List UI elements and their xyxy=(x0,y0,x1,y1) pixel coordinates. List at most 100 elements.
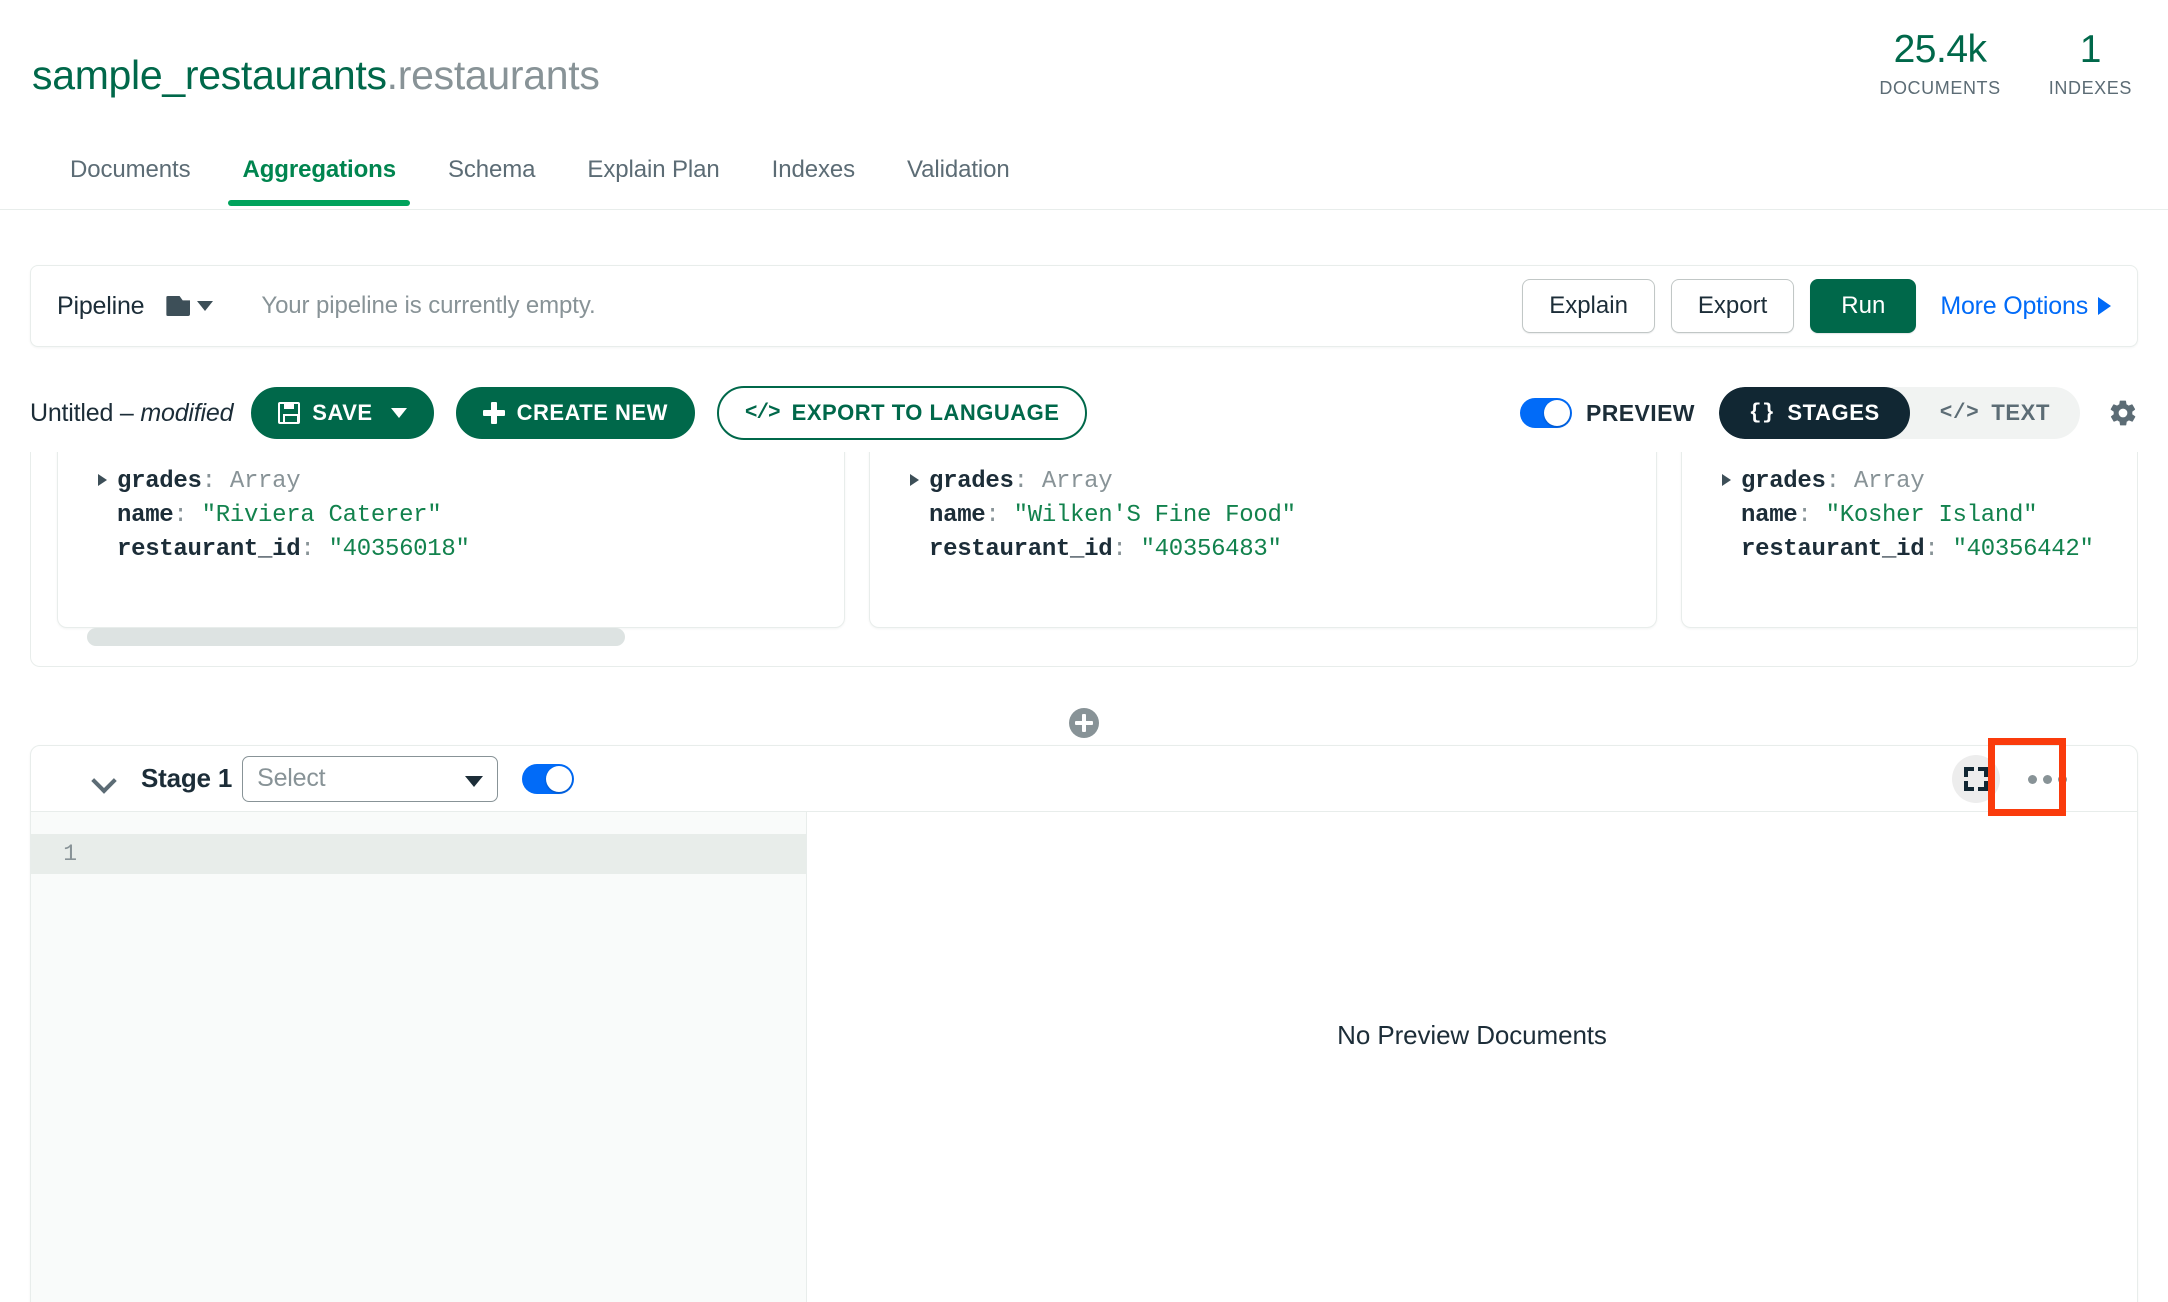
view-mode-text-label: TEXT xyxy=(1991,400,2050,425)
stage-options-menu-button[interactable] xyxy=(2024,765,2071,794)
indexes-count: 1 xyxy=(2079,28,2102,71)
stage-preview-pane: No Preview Documents xyxy=(807,812,2137,1302)
document-field-name: name: "Kosher Island" xyxy=(1741,502,2038,529)
editor-line-number: 1 xyxy=(63,841,77,867)
create-new-button[interactable]: CREATE NEW xyxy=(455,387,695,439)
gear-icon[interactable] xyxy=(2108,398,2138,428)
document-field-restaurant-id: restaurant_id: "40356018" xyxy=(117,536,470,563)
view-controls: PREVIEW {} STAGES </> TEXT xyxy=(1520,387,2138,439)
document-field-restaurant-id: restaurant_id: "40356442" xyxy=(1741,536,2094,563)
tab-schema[interactable]: Schema xyxy=(422,150,561,206)
pipeline-name-status: Untitled – modified xyxy=(30,399,233,428)
field-type: Array xyxy=(1041,468,1113,495)
preview-horizontal-scrollbar[interactable] xyxy=(87,628,625,646)
more-options-button[interactable]: More Options xyxy=(1940,292,2111,321)
stage-code-editor[interactable]: 1 xyxy=(31,812,807,1302)
view-mode-segmented-control: {} STAGES </> TEXT xyxy=(1718,387,2080,439)
pipeline-actions-toolbar: Untitled – modified SAVE CREATE NEW </> … xyxy=(30,385,2138,441)
preview-document-card: grades: Array name: "Kosher Island" rest… xyxy=(1681,452,2137,628)
view-mode-text[interactable]: </> TEXT xyxy=(1910,387,2080,439)
field-value: "Wilken'S Fine Food" xyxy=(1013,502,1296,529)
view-mode-stages[interactable]: {} STAGES xyxy=(1718,387,1910,439)
stage-operator-select[interactable]: Select xyxy=(242,755,499,802)
indexes-label: INDEXES xyxy=(2048,77,2132,98)
pipeline-preview-strip: grades: Array name: "Riviera Caterer" re… xyxy=(30,452,2138,667)
preview-toggle[interactable] xyxy=(1520,398,1573,428)
expand-triangle-icon[interactable] xyxy=(1722,474,1731,486)
collection-tabs: Documents Aggregations Schema Explain Pl… xyxy=(0,150,2168,210)
preview-label: PREVIEW xyxy=(1586,399,1695,426)
save-button-label: SAVE xyxy=(312,400,373,425)
collection-header: sample_restaurants.restaurants 25.4k DOC… xyxy=(0,0,2168,160)
aggregation-builder-screen: sample_restaurants.restaurants 25.4k DOC… xyxy=(0,0,2168,1302)
expand-triangle-icon[interactable] xyxy=(910,474,919,486)
document-field-name: name: "Riviera Caterer" xyxy=(117,502,442,529)
folder-icon xyxy=(166,296,191,316)
view-mode-stages-label: STAGES xyxy=(1787,400,1880,425)
preview-document-card: grades: Array name: "Wilken'S Fine Food"… xyxy=(869,452,1657,628)
preview-toggle-knob xyxy=(1544,400,1571,426)
stat-indexes: 1 INDEXES xyxy=(2048,28,2132,99)
chevron-down-icon xyxy=(390,408,407,418)
pipeline-empty-message: Your pipeline is currently empty. xyxy=(261,292,596,319)
documents-label: DOCUMENTS xyxy=(1879,77,2001,98)
field-value: "40356483" xyxy=(1140,536,1282,563)
run-button[interactable]: Run xyxy=(1810,279,1917,333)
stage-enabled-toggle[interactable] xyxy=(522,763,575,794)
tab-validation[interactable]: Validation xyxy=(881,150,1036,206)
floppy-disk-icon xyxy=(278,402,301,424)
chevron-down-icon xyxy=(197,301,214,311)
save-button[interactable]: SAVE xyxy=(251,387,434,439)
field-key: grades xyxy=(117,468,202,495)
tab-documents[interactable]: Documents xyxy=(44,150,216,206)
tab-explain-plan[interactable]: Explain Plan xyxy=(561,150,745,206)
stage-expand-button[interactable] xyxy=(1952,755,2000,803)
stat-documents: 25.4k DOCUMENTS xyxy=(1879,29,2001,99)
preview-document-card: grades: Array name: "Riviera Caterer" re… xyxy=(57,452,845,628)
curly-braces-icon: {} xyxy=(1748,401,1776,425)
open-saved-pipelines-button[interactable] xyxy=(166,296,214,316)
document-field-grades[interactable]: grades: Array xyxy=(910,465,1656,499)
export-to-language-button[interactable]: </> EXPORT TO LANGUAGE xyxy=(716,386,1088,440)
field-key: name xyxy=(929,502,986,529)
field-value: "Kosher Island" xyxy=(1825,502,2038,529)
explain-button[interactable]: Explain xyxy=(1522,279,1655,333)
pipeline-label: Pipeline xyxy=(57,291,145,320)
namespace-database: sample_restaurants xyxy=(32,52,387,98)
stage-toggle-knob xyxy=(546,765,573,792)
stage-header: Stage 1 Select xyxy=(31,746,2137,812)
add-stage-button[interactable] xyxy=(1069,708,1099,738)
stage-operator-placeholder: Select xyxy=(257,764,326,792)
ellipsis-icon-dot xyxy=(2058,774,2067,784)
field-key: name xyxy=(1741,502,1798,529)
stage-collapse-chevron-down-icon[interactable] xyxy=(91,768,117,794)
field-key: grades xyxy=(929,468,1014,495)
pipeline-modified-state: modified xyxy=(140,398,234,427)
tab-indexes[interactable]: Indexes xyxy=(746,150,881,206)
document-field-grades[interactable]: grades: Array xyxy=(98,465,844,499)
expand-icon xyxy=(1964,767,1988,791)
document-field-grades[interactable]: grades: Array xyxy=(1722,465,2137,499)
code-brackets-icon: </> xyxy=(744,401,781,425)
namespace-collection: restaurants xyxy=(397,52,600,98)
field-key: restaurant_id xyxy=(929,536,1113,563)
stage-number-label: Stage 1 xyxy=(141,763,233,793)
preview-documents-row: grades: Array name: "Riviera Caterer" re… xyxy=(57,452,2137,628)
field-type: Array xyxy=(1853,468,1925,495)
stage-body: 1 No Preview Documents xyxy=(31,812,2137,1302)
document-field-restaurant-id: restaurant_id: "40356483" xyxy=(929,536,1282,563)
export-to-language-label: EXPORT TO LANGUAGE xyxy=(791,400,1060,425)
page-title: sample_restaurants.restaurants xyxy=(32,52,600,99)
ellipsis-icon-dot xyxy=(2028,774,2037,784)
expand-triangle-icon[interactable] xyxy=(98,474,107,486)
stage-header-actions xyxy=(1952,746,2071,812)
tab-aggregations[interactable]: Aggregations xyxy=(216,150,421,206)
pipeline-toolbar: Pipeline Your pipeline is currently empt… xyxy=(30,265,2138,347)
export-button[interactable]: Export xyxy=(1670,279,1795,333)
editor-active-line: 1 xyxy=(31,834,806,874)
chevron-down-icon xyxy=(465,775,484,787)
code-brackets-icon: </> xyxy=(1939,401,1980,425)
pipeline-actions: Explain Export Run More Options xyxy=(1522,279,2111,333)
field-value: "40356018" xyxy=(328,536,470,563)
more-options-label: More Options xyxy=(1940,291,2088,320)
